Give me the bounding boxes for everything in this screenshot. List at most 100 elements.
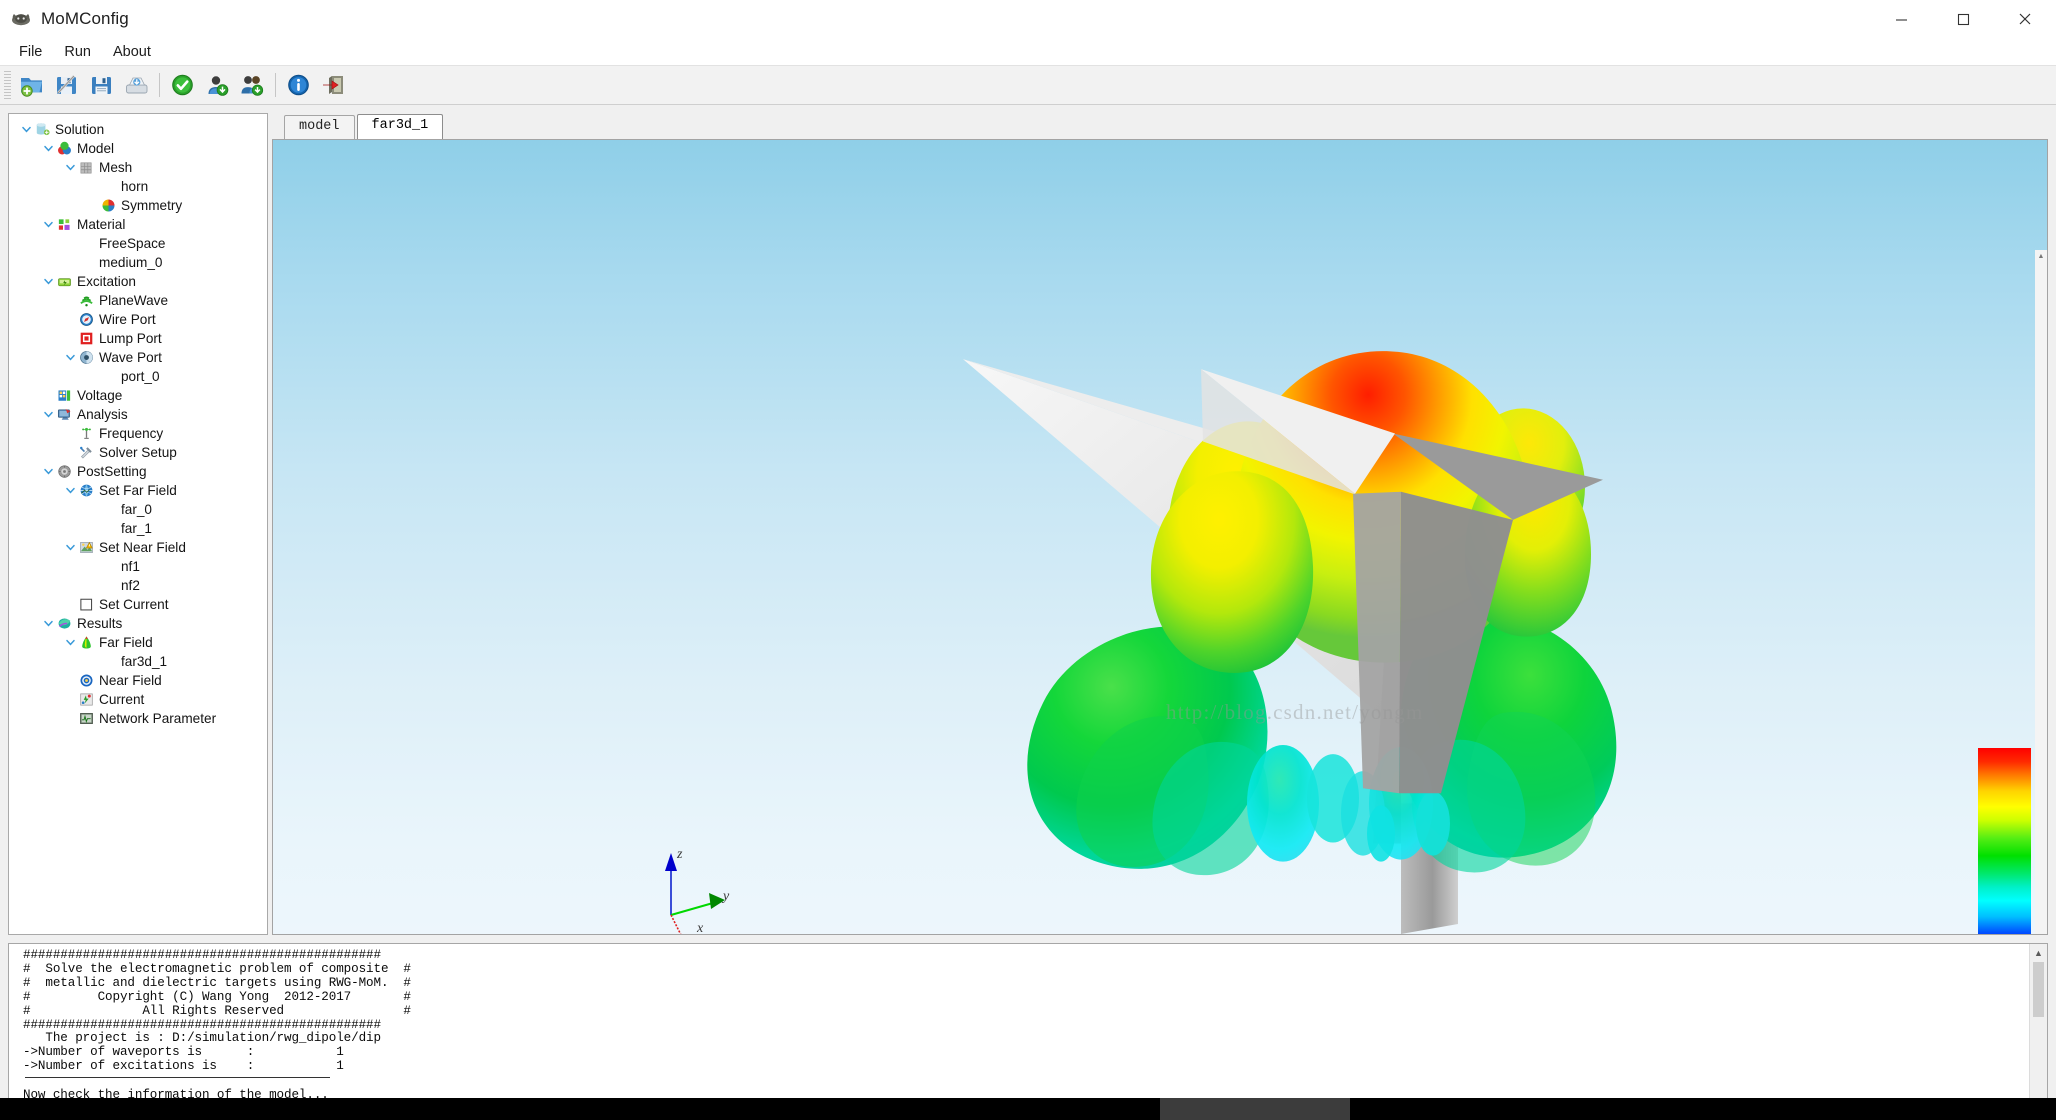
- analysis-icon: [57, 409, 71, 420]
- console-line: # metallic and dielectric targets using …: [23, 975, 411, 990]
- tree-node-solution[interactable]: Solution: [9, 120, 267, 139]
- chevron-down-icon[interactable]: [63, 635, 78, 650]
- tree-node-nf1[interactable]: nf1: [9, 557, 267, 576]
- disk-import-icon: [125, 77, 147, 94]
- view-tabstrip[interactable]: model far3d_1: [272, 113, 2048, 139]
- tree-node-label: Analysis: [77, 407, 128, 422]
- scroll-up-icon[interactable]: ▲: [2035, 250, 2047, 262]
- tree-node-mesh[interactable]: Mesh: [9, 158, 267, 177]
- tab-far3d_1[interactable]: far3d_1: [356, 114, 444, 139]
- new-project-button[interactable]: [15, 69, 48, 101]
- console-output[interactable]: ########################################…: [9, 944, 2029, 1109]
- chevron-down-icon[interactable]: [41, 464, 56, 479]
- console-scroll-thumb[interactable]: [2033, 962, 2044, 1017]
- tree-node-postsetting[interactable]: PostSetting: [9, 462, 267, 481]
- check-button[interactable]: [166, 69, 199, 101]
- tree-node-network-parameter[interactable]: Network Parameter: [9, 709, 267, 728]
- tree-node-port-0[interactable]: port_0: [9, 367, 267, 386]
- tree-node-frequency[interactable]: Frequency: [9, 424, 267, 443]
- tree-icon-placeholder: [100, 502, 117, 518]
- tree-node-solver-setup[interactable]: Solver Setup: [9, 443, 267, 462]
- exit-button[interactable]: [317, 69, 350, 101]
- toolbar-separator-2: [275, 73, 276, 97]
- tree-node-label: Mesh: [99, 160, 133, 175]
- render-canvas[interactable]: http://blog.csdn.net/yongm z y x ▲: [272, 139, 2048, 935]
- menu-about[interactable]: About: [102, 40, 162, 64]
- tab-model[interactable]: model: [284, 115, 355, 139]
- tree-node-voltage[interactable]: Voltage: [9, 386, 267, 405]
- console-scroll-track[interactable]: [2030, 1017, 2047, 1092]
- menu-file[interactable]: File: [8, 40, 53, 64]
- tree-node-wire-port[interactable]: Wire Port: [9, 310, 267, 329]
- chevron-down-icon[interactable]: [41, 274, 56, 289]
- tree-node-horn[interactable]: horn: [9, 177, 267, 196]
- tree-node-label: Model: [77, 141, 115, 156]
- tree-node-symmetry[interactable]: Symmetry: [9, 196, 267, 215]
- menu-run[interactable]: Run: [53, 40, 102, 64]
- tree-node-excitation[interactable]: Excitation: [9, 272, 267, 291]
- tree-node-set-far-field[interactable]: Set Far Field: [9, 481, 267, 500]
- chevron-down-icon[interactable]: [41, 141, 56, 156]
- viewport-scrollbar[interactable]: ▲ ▼: [2035, 250, 2047, 934]
- info-button[interactable]: [282, 69, 315, 101]
- multi-user-run-button[interactable]: [236, 69, 269, 101]
- chevron-down-icon[interactable]: [41, 407, 56, 422]
- axis-label-x: x: [697, 921, 704, 935]
- project-tree[interactable]: Solution Model Mesh horn Symmetry Material Fre…: [9, 114, 267, 728]
- tree-node-material[interactable]: Material: [9, 215, 267, 234]
- tree-node-nf2[interactable]: nf2: [9, 576, 267, 595]
- tree-node-label: medium_0: [99, 255, 163, 270]
- nearfield-target-icon: [80, 674, 93, 687]
- save-as-button[interactable]: [50, 69, 83, 101]
- tree-node-near-field[interactable]: Near Field: [9, 671, 267, 690]
- tree-node-current[interactable]: Current: [9, 690, 267, 709]
- solver-setup-icon: [80, 446, 92, 459]
- console-line: ########################################…: [23, 948, 381, 962]
- tree-icon-placeholder: [78, 236, 95, 252]
- chevron-down-icon[interactable]: [63, 483, 78, 498]
- toolbar-grip[interactable]: [4, 71, 11, 99]
- tree-node-results[interactable]: Results: [9, 614, 267, 633]
- symmetry-icon: [102, 199, 115, 212]
- tree-node-far-0[interactable]: far_0: [9, 500, 267, 519]
- tree-node-model[interactable]: Model: [9, 139, 267, 158]
- chevron-down-icon[interactable]: [63, 160, 78, 175]
- tree-node-far-field[interactable]: Far Field: [9, 633, 267, 652]
- save-button[interactable]: [85, 69, 118, 101]
- mesh-icon: [80, 162, 92, 174]
- single-user-run-button[interactable]: [201, 69, 234, 101]
- solver-setup-icon: [78, 445, 95, 461]
- console-scroll-up-icon[interactable]: ▲: [2030, 944, 2047, 961]
- tree-node-label: Network Parameter: [99, 711, 217, 726]
- maximize-button[interactable]: [1932, 0, 1994, 38]
- close-button[interactable]: [1994, 0, 2056, 38]
- toolbar-separator-1: [159, 73, 160, 97]
- tree-node-far3d-1[interactable]: far3d_1: [9, 652, 267, 671]
- tree-node-analysis[interactable]: Analysis: [9, 405, 267, 424]
- chevron-down-icon[interactable]: [41, 217, 56, 232]
- tree-node-freespace[interactable]: FreeSpace: [9, 234, 267, 253]
- tree-node-set-near-field[interactable]: Set Near Field: [9, 538, 267, 557]
- tree-node-planewave[interactable]: PlaneWave: [9, 291, 267, 310]
- planewave-icon: [78, 293, 95, 309]
- console-scrollbar[interactable]: ▲ ▼: [2029, 944, 2047, 1109]
- chevron-down-icon[interactable]: [41, 616, 56, 631]
- console-line: The project is : D:/simulation/rwg_dipol…: [23, 1031, 381, 1046]
- near-field-icon: [78, 540, 95, 556]
- minimize-button[interactable]: [1870, 0, 1932, 38]
- chevron-down-icon[interactable]: [19, 122, 34, 137]
- tree-node-medium-0[interactable]: medium_0: [9, 253, 267, 272]
- import-button[interactable]: [120, 69, 153, 101]
- taskbar-active-window[interactable]: [1160, 1098, 1350, 1120]
- checkbox-icon: [80, 598, 93, 611]
- tree-node-wave-port[interactable]: Wave Port: [9, 348, 267, 367]
- tree-node-lump-port[interactable]: Lump Port: [9, 329, 267, 348]
- tree-node-far-1[interactable]: far_1: [9, 519, 267, 538]
- chevron-down-icon[interactable]: [63, 540, 78, 555]
- chevron-down-icon[interactable]: [63, 350, 78, 365]
- tree-node-set-current[interactable]: Set Current: [9, 595, 267, 614]
- tree-node-label: Symmetry: [121, 198, 183, 213]
